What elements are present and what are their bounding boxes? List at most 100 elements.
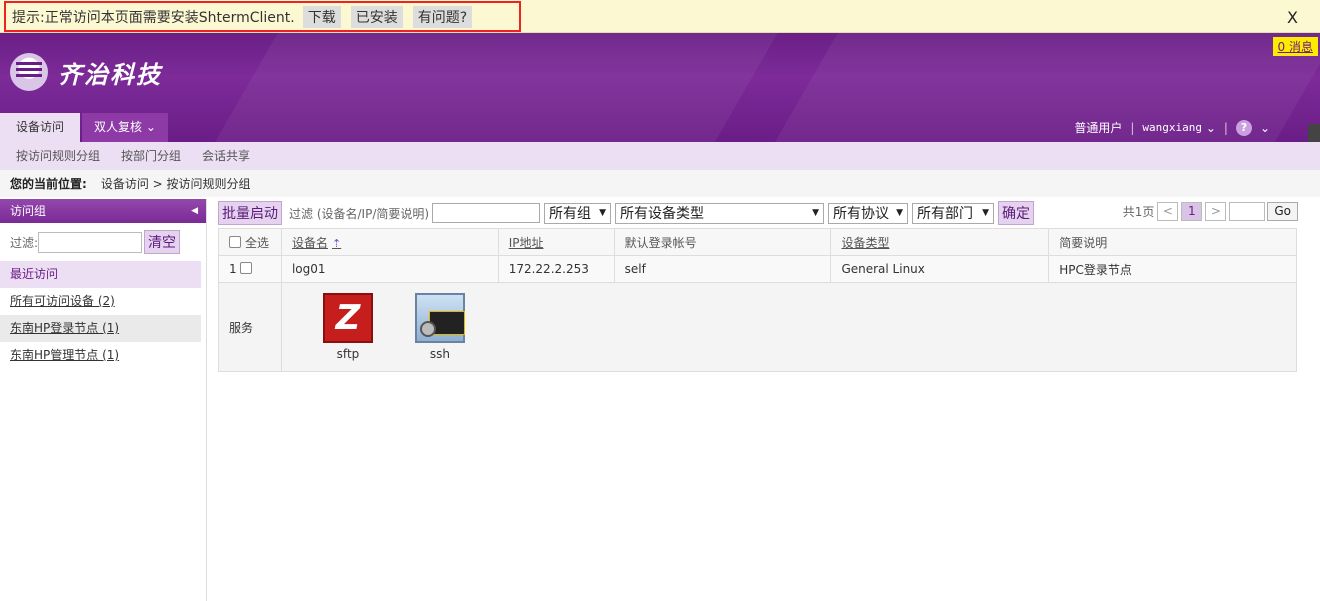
device-filter-input[interactable] xyxy=(432,203,541,223)
ip-cell: 172.22.2.253 xyxy=(497,255,615,283)
device-name-cell: log01 xyxy=(280,255,499,283)
device-toolbar: 批量启动 过滤 (设备名/IP/简要说明) 所有组 ▼ 所有设备类型 ▼ 所有协议 ▼… xyxy=(218,200,1298,226)
breadcrumb: 您的当前位置: 设备访问 > 按访问规则分组 xyxy=(0,169,1320,197)
account-cell: self xyxy=(613,255,832,283)
prev-page-button[interactable]: < xyxy=(1157,201,1179,221)
breadcrumb-label: 您的当前位置: xyxy=(10,177,87,191)
header-decoration xyxy=(162,33,778,142)
dropdown-arrow-icon: ▼ xyxy=(982,208,990,218)
installed-button[interactable]: 已安装 xyxy=(350,5,403,28)
total-pages: 共1页 xyxy=(1122,204,1155,219)
sort-icon[interactable]: ⇡ xyxy=(332,237,341,250)
select-all-checkbox[interactable] xyxy=(229,235,241,248)
install-notice: 提示:正常访问本页面需要安装ShtermClient. 下载 已安装 有问题? xyxy=(4,1,521,32)
clear-button[interactable]: 清空 xyxy=(144,230,181,254)
row-index: 1 xyxy=(229,262,237,276)
type-column-header[interactable]: 设备类型 xyxy=(830,228,1050,256)
messages-link[interactable]: 0 消息 xyxy=(1272,37,1318,56)
sidebar-item-admin-nodes[interactable]: 东南HP管理节点 (1) xyxy=(0,342,201,369)
dropdown-arrow-icon: ▼ xyxy=(812,208,820,218)
collapse-icon[interactable]: ◀ xyxy=(191,199,198,223)
lock-icon xyxy=(419,321,436,337)
sftp-label: sftp xyxy=(336,347,360,361)
desc-column-header: 简要说明 xyxy=(1048,228,1297,256)
protocol-value: 所有协议 xyxy=(833,206,890,222)
dropdown-arrow-icon: ▼ xyxy=(896,208,904,218)
name-column-header[interactable]: 设备名 ⇡ xyxy=(280,228,499,256)
filter-label: 过滤: xyxy=(10,235,39,250)
sidebar-header: 访问组 ◀ xyxy=(0,199,206,223)
sftp-service[interactable]: Z sftp xyxy=(302,293,394,361)
tab-device-access[interactable]: 设备访问 xyxy=(0,113,81,142)
brand-name: 齐治科技 xyxy=(58,60,162,89)
department-value: 所有部门 xyxy=(917,206,974,222)
filter-hint: 过滤 (设备名/IP/简要说明) xyxy=(289,206,430,221)
notice-text: 提示:正常访问本页面需要安装ShtermClient. xyxy=(12,9,295,26)
question-button[interactable]: 有问题? xyxy=(412,5,473,28)
table-row: 1 log01 172.22.2.253 self General Linux … xyxy=(218,255,1297,283)
access-group-sidebar: 访问组 ◀ 过滤: 清空 最近访问 所有可访问设备 (2) 东南HP登录节点 (… xyxy=(0,199,207,601)
chevron-down-icon[interactable]: ⌄ xyxy=(1202,121,1216,135)
device-type-select[interactable]: 所有设备类型 ▼ xyxy=(615,202,825,224)
filezilla-icon: Z xyxy=(322,293,373,343)
sidebar-item-login-nodes[interactable]: 东南HP登录节点 (1) xyxy=(0,315,201,342)
next-page-button[interactable]: > xyxy=(1205,201,1227,221)
confirm-button[interactable]: 确定 xyxy=(998,201,1035,225)
sidebar-title: 访问组 xyxy=(10,204,47,218)
select-all-header[interactable]: 全选 xyxy=(218,228,282,256)
services-cell: Z sftp ssh xyxy=(280,282,1298,372)
services-label: 服务 xyxy=(218,282,282,372)
name-header-label: 设备名 xyxy=(291,235,328,250)
group-select-value: 所有组 xyxy=(549,206,592,222)
services-row: 服务 Z sftp ssh xyxy=(218,282,1298,372)
subnav-session-share[interactable]: 会话共享 xyxy=(202,147,250,164)
tab-dual-review-label: 双人复核 xyxy=(94,120,143,134)
user-role: 普通用户 xyxy=(1074,121,1123,135)
sidebar-item-all-devices[interactable]: 所有可访问设备 (2) xyxy=(0,288,201,315)
select-all-label: 全选 xyxy=(245,235,270,250)
row-select-cell: 1 xyxy=(218,255,282,283)
page-1-button[interactable]: 1 xyxy=(1181,201,1203,221)
logo-icon xyxy=(10,53,48,91)
subnav-by-rule[interactable]: 按访问规则分组 xyxy=(16,147,100,164)
divider: | xyxy=(1130,120,1135,135)
tab-dual-review[interactable]: 双人复核 ⌄ xyxy=(82,113,168,142)
chevron-down-icon: ⌄ xyxy=(145,120,156,134)
download-button[interactable]: 下载 xyxy=(302,5,341,28)
help-icon[interactable]: ? xyxy=(1235,119,1252,136)
device-type-cell: General Linux xyxy=(830,255,1050,283)
sidebar-filter: 过滤: 清空 xyxy=(0,223,206,261)
device-type-value: 所有设备类型 xyxy=(620,206,705,222)
logo: 齐治科技 xyxy=(10,53,162,91)
chevron-down-icon[interactable]: ⌄ xyxy=(1260,121,1270,135)
terminal-icon xyxy=(414,293,465,343)
department-select[interactable]: 所有部门 ▼ xyxy=(912,202,995,224)
go-button[interactable]: Go xyxy=(1267,201,1298,221)
close-notice-button[interactable]: X xyxy=(1287,8,1298,27)
protocol-select[interactable]: 所有协议 ▼ xyxy=(828,202,909,224)
ssh-label: ssh xyxy=(429,347,451,361)
sidebar-recent-heading: 最近访问 xyxy=(0,261,201,288)
dropdown-arrow-icon: ▼ xyxy=(599,208,607,218)
sub-nav: 按访问规则分组 按部门分组 会话共享 xyxy=(0,142,1320,169)
subnav-by-department[interactable]: 按部门分组 xyxy=(121,147,181,164)
group-filter-input[interactable] xyxy=(38,231,143,253)
install-notice-bar: 提示:正常访问本页面需要安装ShtermClient. 下载 已安装 有问题? … xyxy=(0,0,1320,33)
row-checkbox[interactable] xyxy=(240,262,253,274)
device-table: 全选 设备名 ⇡ IP地址 默认登录帐号 设备类型 简要说明 1 log01 17… xyxy=(218,228,1298,372)
ssh-service[interactable]: ssh xyxy=(394,293,486,361)
main-nav: 设备访问 双人复核 ⌄ xyxy=(0,113,168,142)
page-number-input[interactable] xyxy=(1229,201,1266,221)
table-header-row: 全选 设备名 ⇡ IP地址 默认登录帐号 设备类型 简要说明 xyxy=(218,228,1297,256)
user-area: 普通用户 | wangxiang ⌄ | ? ⌄ xyxy=(1074,119,1270,136)
ip-column-header[interactable]: IP地址 xyxy=(497,228,615,256)
divider: | xyxy=(1223,120,1228,135)
pagination: 共1页 < 1 > Go xyxy=(1123,200,1298,222)
user-menu[interactable]: wangxiang xyxy=(1142,121,1202,134)
account-column-header: 默认登录帐号 xyxy=(613,228,832,256)
services-list: Z sftp ssh xyxy=(292,293,1296,361)
batch-start-button[interactable]: 批量启动 xyxy=(218,201,282,225)
description-cell: HPC登录节点 xyxy=(1048,255,1297,283)
group-select[interactable]: 所有组 ▼ xyxy=(544,202,612,224)
app-header: 齐治科技 0 消息 设备访问 双人复核 ⌄ 普通用户 | wangxiang ⌄… xyxy=(0,33,1320,142)
